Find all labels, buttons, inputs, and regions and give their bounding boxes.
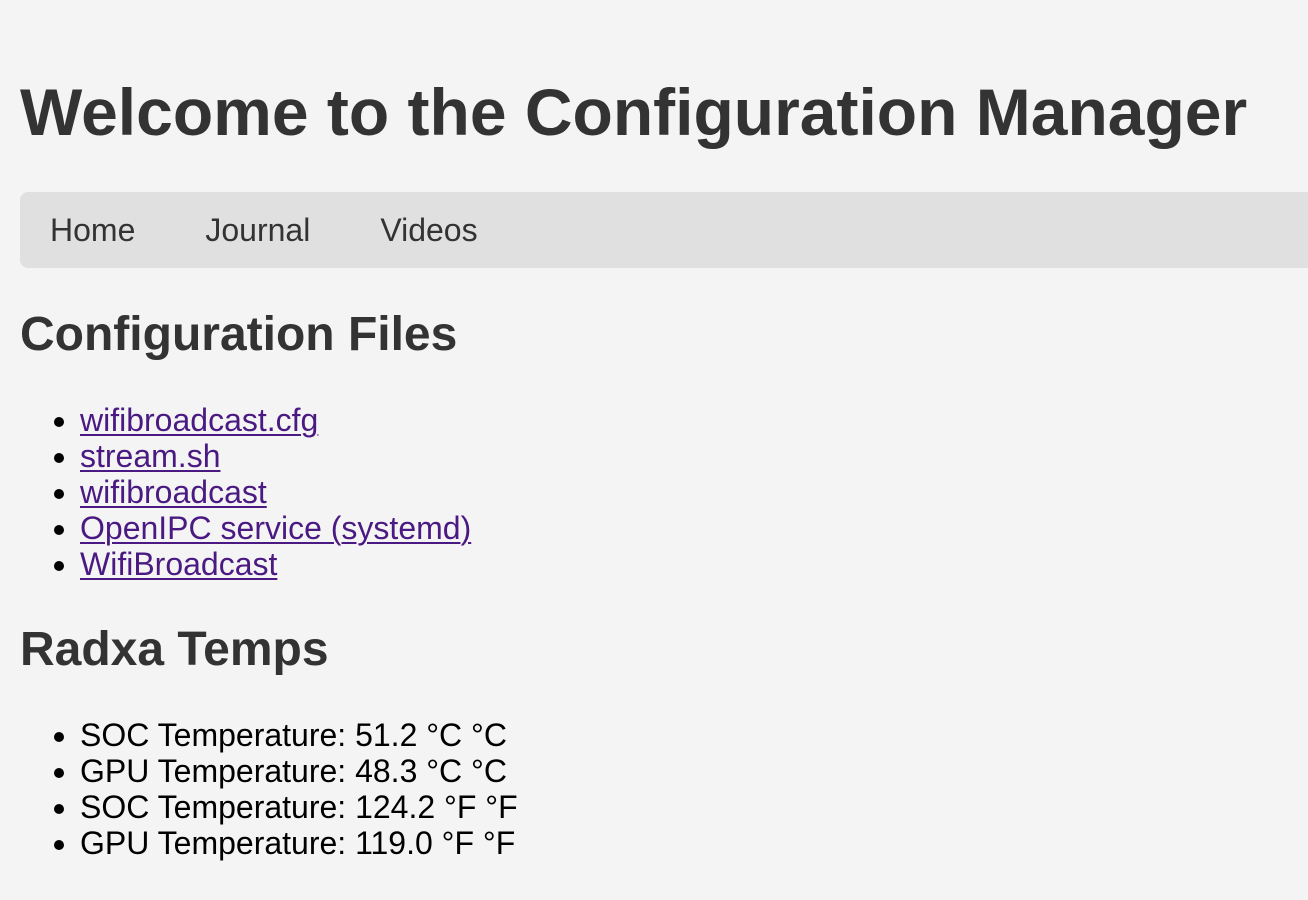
list-item: SOC Temperature: 124.2 °F °F (80, 789, 518, 825)
config-link-wifibroadcast-cfg[interactable]: wifibroadcast.cfg (80, 402, 318, 438)
config-link-wifibroadcast[interactable]: wifibroadcast (80, 474, 267, 510)
nav-link-journal[interactable]: Journal (205, 210, 310, 250)
nav-link-home[interactable]: Home (50, 210, 135, 250)
list-item: GPU Temperature: 119.0 °F °F (80, 825, 518, 861)
list-item: SOC Temperature: 51.2 °C °C (80, 717, 518, 753)
config-link-stream-sh[interactable]: stream.sh (80, 438, 220, 474)
radxa-temps-heading: Radxa Temps (20, 623, 329, 676)
list-item: WifiBroadcast (80, 546, 471, 582)
list-item: wifibroadcast.cfg (80, 402, 471, 438)
nav-link-videos[interactable]: Videos (380, 210, 477, 250)
config-link-wifibroadcast-service[interactable]: WifiBroadcast (80, 546, 277, 582)
config-files-list: wifibroadcast.cfg stream.sh wifibroadcas… (0, 402, 471, 582)
temps-list: SOC Temperature: 51.2 °C °C GPU Temperat… (0, 717, 518, 861)
soc-temp-fahrenheit: SOC Temperature: 124.2 °F °F (80, 789, 518, 825)
list-item: GPU Temperature: 48.3 °C °C (80, 753, 518, 789)
list-item: OpenIPC service (systemd) (80, 510, 471, 546)
list-item: wifibroadcast (80, 474, 471, 510)
nav-bar: Home Journal Videos (20, 192, 1308, 268)
config-files-heading: Configuration Files (20, 308, 458, 361)
gpu-temp-fahrenheit: GPU Temperature: 119.0 °F °F (80, 825, 516, 861)
soc-temp-celsius: SOC Temperature: 51.2 °C °C (80, 717, 507, 753)
page-title: Welcome to the Configuration Manager (20, 75, 1248, 149)
config-link-openipc-service[interactable]: OpenIPC service (systemd) (80, 510, 471, 546)
gpu-temp-celsius: GPU Temperature: 48.3 °C °C (80, 753, 507, 789)
list-item: stream.sh (80, 438, 471, 474)
